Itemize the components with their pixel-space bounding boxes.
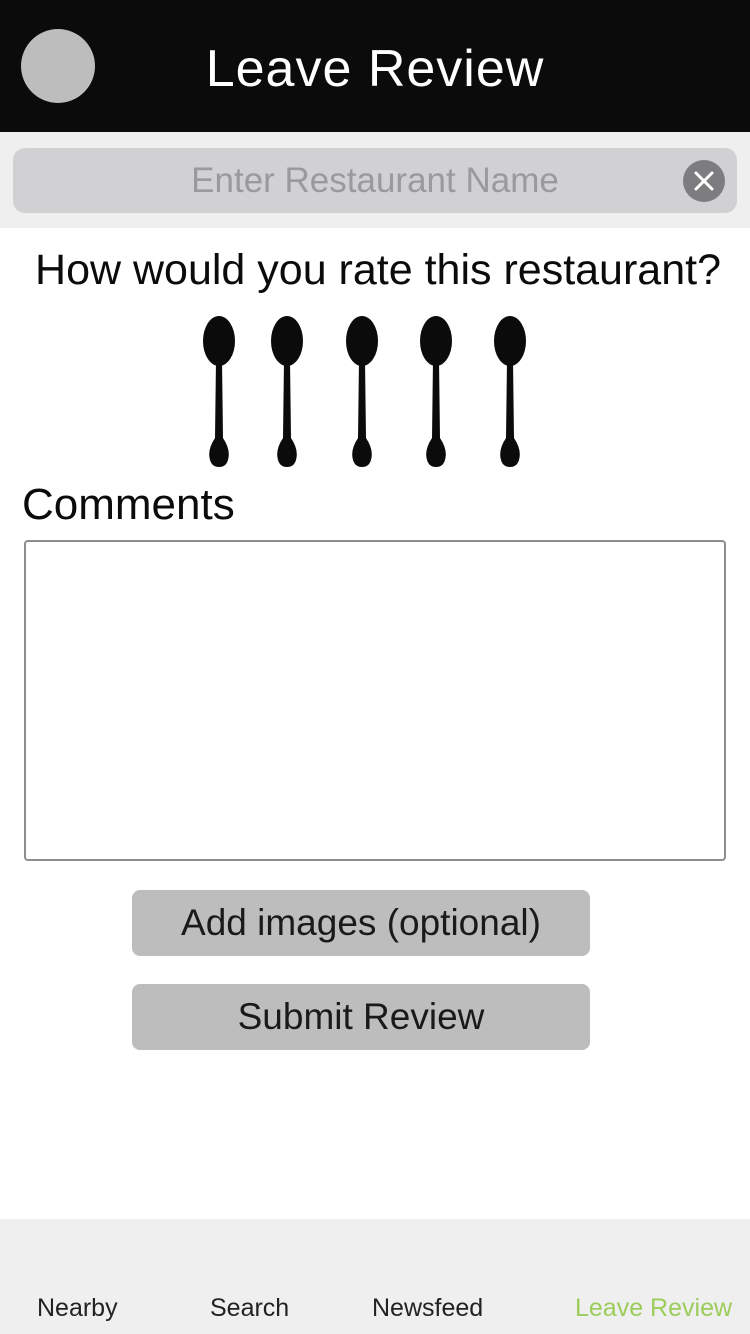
spoon-icon[interactable]: [268, 316, 308, 468]
spoon-icon[interactable]: [343, 316, 383, 468]
tab-nearby[interactable]: Nearby: [37, 1293, 118, 1323]
spoon-icon[interactable]: [417, 316, 457, 468]
tab-search[interactable]: Search: [210, 1293, 289, 1323]
search-bar: [0, 132, 750, 228]
rating-question: How would you rate this restaurant?: [35, 246, 721, 294]
header-bar: Leave Review: [0, 0, 750, 132]
spoon-rating[interactable]: [196, 316, 536, 468]
tab-leave-review[interactable]: Leave Review: [575, 1293, 732, 1323]
clear-search-button[interactable]: [683, 160, 725, 202]
submit-review-button[interactable]: Submit Review: [132, 984, 590, 1050]
leave-review-screen: Leave Review How would you rate this res…: [0, 0, 750, 1334]
search-box: [13, 148, 737, 213]
comments-textarea[interactable]: [24, 540, 726, 861]
restaurant-name-input[interactable]: [13, 148, 737, 213]
spoon-icon[interactable]: [200, 316, 240, 468]
tab-newsfeed[interactable]: Newsfeed: [372, 1293, 483, 1323]
close-icon: [694, 171, 714, 191]
page-title: Leave Review: [205, 40, 545, 98]
comments-label: Comments: [22, 480, 235, 529]
spoon-icon[interactable]: [491, 316, 531, 468]
add-images-button[interactable]: Add images (optional): [132, 890, 590, 956]
bottom-tab-bar: Nearby Search Newsfeed Leave Review: [0, 1219, 750, 1334]
